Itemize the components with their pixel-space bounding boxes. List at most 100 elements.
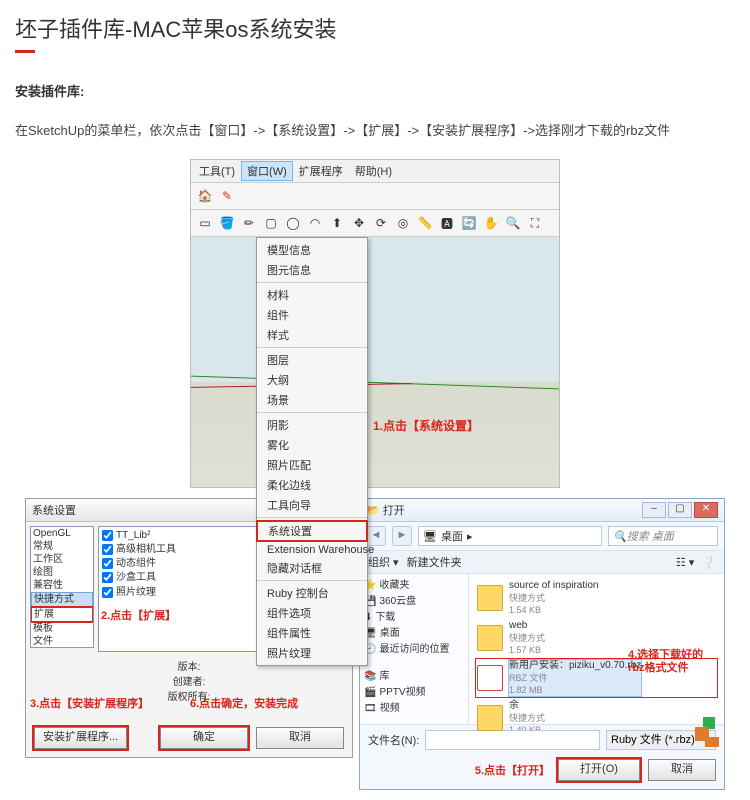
offset-icon: ◎	[393, 213, 413, 233]
tree-item[interactable]: 💾360云盘	[364, 594, 464, 610]
page-title: 坯子插件库-MAC苹果os系统安装	[15, 12, 735, 44]
menubar-item[interactable]: 扩展程序	[293, 161, 349, 181]
search-icon: 🔍	[613, 530, 627, 543]
open-dialog-title: 打开	[383, 505, 405, 517]
tree-item-label: PPTV视频	[379, 685, 425, 701]
menu-item[interactable]: 组件选项	[257, 603, 367, 623]
install-extension-button[interactable]: 安装扩展程序...	[34, 727, 127, 749]
file-item[interactable]: source of inspiration快捷方式1.54 KB	[475, 578, 718, 618]
help-icon[interactable]: ❔	[702, 556, 716, 569]
menu-separator	[257, 282, 367, 283]
view-icon[interactable]: ☷ ▾	[676, 556, 694, 569]
settings-category-list[interactable]: OpenGL常规工作区绘图兼容性快捷方式扩展模板文件应用程序	[30, 526, 94, 648]
home-icon: 🏠	[195, 186, 215, 206]
category-item[interactable]: 常规	[31, 540, 93, 553]
folder-tree[interactable]: ⭐收藏夹💾360云盘⬇下载🖥桌面🕘最近访问的位置 📚库🎬PPTV视频🎞视频	[360, 574, 469, 724]
menu-item[interactable]: 工具向导	[257, 495, 367, 515]
open-button[interactable]: 打开(O)	[558, 759, 640, 781]
menubar-item[interactable]: 窗口(W)	[241, 161, 293, 181]
category-item[interactable]: 模板	[31, 622, 93, 635]
search-input[interactable]: 🔍 搜索 桌面	[608, 526, 718, 546]
close-icon[interactable]: ✕	[694, 502, 718, 518]
menu-item[interactable]: 场景	[257, 390, 367, 410]
tree-item[interactable]: ⭐收藏夹	[364, 578, 464, 594]
video-icon: 🎞	[364, 701, 377, 717]
folder-icon	[477, 705, 503, 731]
menu-item[interactable]: 组件	[257, 305, 367, 325]
rotate-icon: ⟳	[371, 213, 391, 233]
system-settings-title: 系统设置	[32, 502, 76, 518]
category-item[interactable]: 绘图	[31, 566, 93, 579]
filename-label: 文件名(N):	[368, 732, 419, 748]
filename-input[interactable]	[425, 730, 600, 750]
menu-item[interactable]: 图层	[257, 350, 367, 370]
minimize-icon[interactable]: –	[642, 502, 666, 518]
new-folder-button[interactable]: 新建文件夹	[407, 554, 462, 570]
menu-item[interactable]: Ruby 控制台	[257, 583, 367, 603]
rect-icon: ▢	[261, 213, 281, 233]
category-item[interactable]: 扩展	[30, 606, 94, 623]
pan-icon: ✋	[481, 213, 501, 233]
file-size-label: 1.54 KB	[509, 604, 599, 616]
tree-item[interactable]: 🎬PPTV视频	[364, 685, 464, 701]
back-icon[interactable]: ◄	[366, 526, 386, 546]
file-type-label: 快捷方式	[509, 632, 545, 644]
menu-item[interactable]: 柔化边线	[257, 475, 367, 495]
zoom-icon: 🔍	[503, 213, 523, 233]
menu-item[interactable]: 阴影	[257, 415, 367, 435]
tree-item[interactable]: 🎞视频	[364, 701, 464, 717]
menu-item[interactable]: 模型信息	[257, 240, 367, 260]
file-name: web	[509, 620, 545, 632]
menu-item[interactable]: 隐藏对话框	[257, 558, 367, 578]
file-type-label: 快捷方式	[509, 592, 599, 604]
tree-item[interactable]: 📚库	[364, 669, 464, 685]
tree-item-label: 视频	[380, 701, 400, 717]
tree-item[interactable]: 🕘最近访问的位置	[364, 642, 464, 658]
sketchup-menubar: 工具(T)窗口(W)扩展程序帮助(H)	[191, 160, 559, 183]
menu-item[interactable]: 材料	[257, 285, 367, 305]
lib-icon: 📚	[364, 669, 376, 685]
sketchup-toolbar-2: ▭ 🪣 ✏ ▢ ◯ ◠ ⬆ ✥ ⟳ ◎ 📏 🅰 🔄 ✋ 🔍 ⛶	[191, 210, 559, 237]
fwd-icon[interactable]: ►	[392, 526, 412, 546]
chevron-right-icon: ▸	[467, 530, 473, 543]
menu-item[interactable]: 照片纹理	[257, 643, 367, 663]
ok-button[interactable]: 确定	[160, 727, 248, 749]
breadcrumb[interactable]: 🖥 桌面 ▸	[418, 526, 602, 546]
sketchup-window: 工具(T)窗口(W)扩展程序帮助(H) 🏠 ✎ ▭ 🪣 ✏ ▢ ◯ ◠ ⬆ ✥ …	[190, 159, 560, 488]
window-menu-dropdown: 模型信息图元信息材料组件样式图层大纲场景阴影雾化照片匹配柔化边线工具向导系统设置…	[256, 237, 368, 666]
folder-icon	[477, 585, 503, 611]
menu-item[interactable]: 照片匹配	[257, 455, 367, 475]
title-underline	[15, 50, 35, 53]
annotation-2: 2.点击【扩展】	[101, 607, 176, 623]
annotation-6: 6.点击确定，安装完成	[190, 695, 298, 711]
tree-item-label: 收藏夹	[379, 578, 409, 594]
instruction-text: 在SketchUp的菜单栏，依次点击【窗口】->【系统设置】->【扩展】->【安…	[15, 120, 735, 139]
menubar-item[interactable]: 帮助(H)	[349, 161, 398, 181]
arc-icon: ◠	[305, 213, 325, 233]
menubar-item[interactable]: 工具(T)	[193, 161, 241, 181]
organize-button[interactable]: 组织 ▾	[368, 554, 399, 570]
category-item[interactable]: OpenGL	[31, 527, 93, 540]
menu-item[interactable]: 图元信息	[257, 260, 367, 280]
tree-item[interactable]: ⬇下载	[364, 610, 464, 626]
move-icon: ✥	[349, 213, 369, 233]
category-item[interactable]: 工作区	[31, 553, 93, 566]
tree-item-label: 下载	[375, 610, 395, 626]
cancel-button[interactable]: 取消	[256, 727, 344, 749]
tree-item[interactable]: 🖥桌面	[364, 626, 464, 642]
menu-item[interactable]: 大纲	[257, 370, 367, 390]
menu-item[interactable]: 样式	[257, 325, 367, 345]
category-item[interactable]: 兼容性	[31, 579, 93, 592]
menu-item[interactable]: 系统设置	[256, 520, 368, 542]
maximize-icon[interactable]: ▢	[668, 502, 692, 518]
menu-separator	[257, 347, 367, 348]
menu-item[interactable]: Extension Warehouse	[257, 542, 367, 558]
category-item[interactable]: 文件	[31, 635, 93, 648]
menu-separator	[257, 412, 367, 413]
tree-item-label: 库	[379, 669, 389, 685]
category-item[interactable]: 快捷方式	[31, 592, 93, 607]
tape-icon: 📏	[415, 213, 435, 233]
open-cancel-button[interactable]: 取消	[648, 759, 716, 781]
menu-item[interactable]: 雾化	[257, 435, 367, 455]
menu-item[interactable]: 组件属性	[257, 623, 367, 643]
